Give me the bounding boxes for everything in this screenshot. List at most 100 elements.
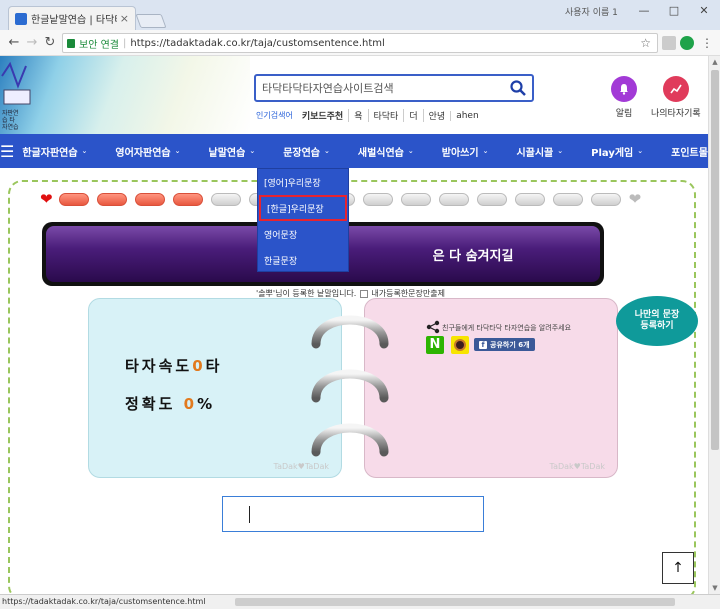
browser-window: 한글낱말연습 | 타닥타닥 × 사용자 이름 1 — □ ✕ ← → ↻ 보안 …	[0, 0, 720, 609]
bell-icon	[611, 76, 637, 102]
nav-item-label: Play게임	[591, 147, 634, 159]
accuracy-label: 정확도	[125, 395, 176, 413]
my-sentences-checkbox[interactable]	[360, 289, 369, 298]
nav-item-label: 받아쓰기	[441, 147, 479, 159]
forward-button[interactable]: →	[24, 35, 40, 51]
site-logo-banner[interactable]: 자판연습 타자연습	[0, 56, 250, 134]
sentence-practice-dropdown: [영어]우리문장 [한글]우리문장 영어문장 한글문장	[257, 168, 349, 272]
address-separator: |	[122, 37, 127, 49]
naver-share-button[interactable]: N	[426, 336, 444, 354]
reload-button[interactable]: ↻	[42, 35, 58, 51]
nav-item-dictation[interactable]: 받아쓰기 ⌄	[442, 144, 489, 159]
keyword-link[interactable]: 욕	[348, 109, 367, 122]
new-tab-button[interactable]	[135, 14, 167, 28]
browser-tab[interactable]: 한글낱말연습 | 타닥타닥 ×	[8, 6, 136, 30]
tab-title: 한글낱말연습 | 타닥타닥	[31, 15, 117, 26]
progress-pill	[476, 193, 507, 206]
progress-pill	[58, 193, 89, 206]
keyword-link[interactable]: 더	[403, 109, 422, 122]
facebook-share-label: 공유하기 6개	[490, 340, 530, 349]
accuracy-unit: %	[197, 395, 216, 413]
progress-pill	[438, 193, 469, 206]
heart-full-icon: ❤	[40, 190, 53, 208]
progress-pill	[514, 193, 545, 206]
back-button[interactable]: ←	[6, 35, 22, 51]
site-header: 자판연습 타자연습 인기검색어 키보드주천 욕 타닥타 더 안녕 ahen 알림	[0, 56, 720, 134]
typing-practice-area: ❤ ❤ 은 다 숨겨지길 '솔뿌'님이 등록한 낱말입니다. 내가등록한문장만출…	[0, 168, 708, 600]
address-bar[interactable]: 보안 연결 | https://tadaktadak.co.kr/taja/cu…	[62, 33, 658, 53]
maximize-button[interactable]: □	[660, 2, 688, 20]
chevron-down-icon: ⌄	[482, 147, 489, 155]
alarm-button[interactable]: 알림	[611, 76, 637, 119]
nav-item-word-practice[interactable]: 낱말연습 ⌄	[209, 144, 256, 159]
keyword-link[interactable]: ahen	[450, 110, 483, 121]
typing-speed: 타자속도0타	[125, 355, 222, 376]
nav-item-sebeolsik[interactable]: 새벌식연습 ⌄	[358, 144, 414, 159]
scroll-up-icon[interactable]: ▲	[709, 56, 720, 68]
bubble-line-2: 등록하기	[640, 321, 674, 331]
nav-item-korean-keyboard[interactable]: 한글자판연습 ⌄	[22, 144, 87, 159]
nav-item-english-keyboard[interactable]: 영어자판연습 ⌄	[115, 144, 180, 159]
my-record-button[interactable]: 나의타자기록	[651, 76, 701, 119]
progress-pill	[362, 193, 393, 206]
site-search-input[interactable]	[256, 76, 496, 100]
browser-menu-icon[interactable]: ⋮	[700, 36, 714, 50]
search-icon[interactable]	[510, 80, 526, 96]
extension-green-icon[interactable]	[680, 36, 694, 50]
nav-item-play-game[interactable]: Play게임 ⌄	[591, 144, 643, 159]
secure-label: 보안 연결	[79, 39, 119, 51]
dropdown-item-korean-sentence[interactable]: 한글문장	[258, 247, 348, 273]
watermark-right: TaDak♥TaDak	[549, 462, 606, 471]
status-url: https://tadaktadak.co.kr/taja/customsent…	[2, 597, 206, 606]
alarm-label: 알림	[615, 109, 633, 119]
nav-item-label: 새벌식연습	[357, 147, 404, 159]
nav-item-sentence-practice[interactable]: 문장연습 ⌄	[283, 144, 330, 159]
window-user-label[interactable]: 사용자 이름 1	[565, 5, 618, 18]
chevron-down-icon: ⌄	[324, 147, 330, 155]
typing-accuracy: 정확도 0%	[125, 393, 215, 414]
typing-input[interactable]	[222, 496, 484, 532]
dropdown-item-korean-our-sentence[interactable]: [한글]우리문장	[259, 195, 347, 221]
extension-mail-icon[interactable]	[662, 36, 676, 50]
site-search-box	[254, 74, 534, 102]
progress-pill	[172, 193, 203, 206]
hamburger-menu-icon[interactable]: ☰	[0, 134, 14, 168]
progress-pill	[210, 193, 241, 206]
lock-icon	[67, 38, 75, 48]
bookmark-star-icon[interactable]: ☆	[640, 36, 651, 50]
speed-label: 타자속도	[125, 357, 193, 375]
progress-pill	[96, 193, 127, 206]
kakao-icon	[454, 339, 466, 351]
browser-toolbar: ← → ↻ 보안 연결 | https://tadaktadak.co.kr/t…	[0, 30, 720, 56]
horizontal-scrollbar[interactable]	[235, 598, 675, 606]
scroll-to-top-button[interactable]: ↑	[662, 552, 694, 584]
heart-empty-icon: ❤	[628, 190, 642, 208]
chart-icon	[662, 76, 689, 102]
nav-item-community[interactable]: 시끌시끌 ⌄	[516, 144, 563, 159]
scroll-down-icon[interactable]: ▼	[709, 582, 720, 594]
nav-item-label: 포인트몰	[671, 147, 708, 159]
site-favicon-icon	[15, 12, 27, 25]
nav-item-label: 한글자판연습	[22, 147, 78, 159]
tab-close-icon[interactable]: ×	[120, 12, 129, 25]
keyword-link[interactable]: 타닥타	[367, 109, 404, 122]
nav-item-label: 영어자판연습	[115, 147, 171, 159]
dropdown-item-english-our-sentence[interactable]: [영어]우리문장	[258, 169, 348, 195]
facebook-share-button[interactable]: f 공유하기 6개	[474, 338, 535, 351]
vertical-scrollbar[interactable]: ▲ ▼	[708, 56, 720, 594]
close-window-button[interactable]: ✕	[690, 2, 718, 20]
accuracy-value: 0	[183, 395, 198, 413]
scrollbar-thumb[interactable]	[711, 70, 719, 450]
chevron-down-icon: ⌄	[249, 147, 256, 155]
dropdown-item-english-sentence[interactable]: 영어문장	[258, 221, 348, 247]
register-my-sentence-button[interactable]: 나만의 문장 등록하기	[616, 296, 698, 346]
nav-item-label: 낱말연습	[208, 147, 246, 159]
keyword-link[interactable]: 안녕	[422, 109, 451, 122]
text-caret	[249, 506, 250, 523]
keyword-link[interactable]: 키보드주천	[297, 109, 348, 122]
main-navigation: ☰ 한글자판연습 ⌄ 영어자판연습 ⌄ 낱말연습 ⌄ 문장연습 ⌄ 새벌식연습 ⌄ 받아쓰…	[0, 134, 718, 168]
notebook-rings-icon	[311, 315, 389, 457]
progress-pill	[134, 193, 165, 206]
kakao-share-button[interactable]	[451, 336, 469, 354]
minimize-button[interactable]: —	[630, 2, 658, 20]
